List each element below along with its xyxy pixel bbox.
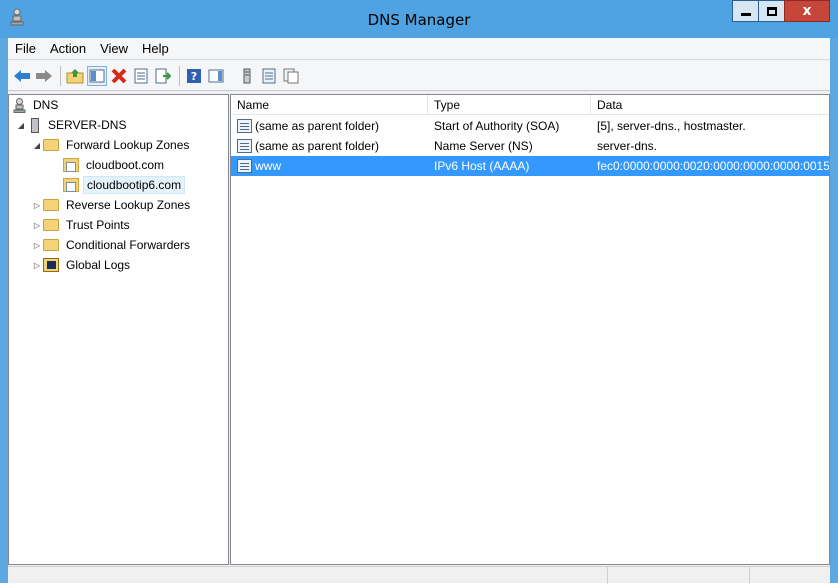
console-tree[interactable]: DNS ◢ SERVER-DNS ◢ Forward Lookup Zones … xyxy=(8,94,229,565)
server-icon[interactable] xyxy=(237,66,257,86)
back-arrow-icon[interactable] xyxy=(12,66,32,86)
client-area: File Action View Help ? DNS ◢ SERVER-DNS… xyxy=(8,38,830,584)
row-type: Name Server (NS) xyxy=(434,139,533,153)
table-row[interactable]: www IPv6 Host (AAAA) fec0:0000:0000:0020… xyxy=(231,156,829,176)
row-data: [5], server-dns., hostmaster. xyxy=(597,119,746,133)
record-icon xyxy=(237,139,252,153)
folder-icon xyxy=(43,199,59,211)
up-folder-icon[interactable] xyxy=(65,66,85,86)
help-icon[interactable]: ? xyxy=(184,66,204,86)
copy-icon[interactable] xyxy=(281,66,301,86)
expand-arrow-icon[interactable]: ▷ xyxy=(31,261,43,270)
row-name: (same as parent folder) xyxy=(255,119,380,133)
folder-icon xyxy=(43,239,59,251)
tree-label: SERVER-DNS xyxy=(48,118,127,132)
tree-item-server-dns[interactable]: ◢ SERVER-DNS xyxy=(15,115,129,135)
row-name: (same as parent folder) xyxy=(255,139,380,153)
log-icon xyxy=(43,258,59,272)
tree-item-forward-lookup-zones[interactable]: ◢ Forward Lookup Zones xyxy=(31,135,192,155)
menu-view[interactable]: View xyxy=(93,41,135,56)
column-header-name[interactable]: Name xyxy=(231,95,428,115)
row-name: www xyxy=(255,159,281,173)
expand-arrow-icon[interactable]: ▷ xyxy=(31,221,43,230)
show-hide-action-pane-icon[interactable] xyxy=(206,66,226,86)
maximize-icon xyxy=(766,6,777,16)
tree-label: Global Logs xyxy=(66,258,131,272)
tree-item-trust-points[interactable]: ▷ Trust Points xyxy=(31,215,133,235)
tree-label: cloudboot.com xyxy=(86,158,165,172)
zone-icon xyxy=(63,158,79,172)
status-pane-main xyxy=(8,567,608,584)
tree-item-global-logs[interactable]: ▷ Global Logs xyxy=(31,255,133,275)
table-row[interactable]: (same as parent folder) Name Server (NS)… xyxy=(231,136,829,156)
tree-label: cloudbootip6.com xyxy=(83,176,186,194)
minimize-icon xyxy=(740,12,751,16)
dns-manager-window: DNS Manager x File Action View Help ? DN… xyxy=(0,0,838,584)
record-icon xyxy=(237,119,252,133)
record-icon xyxy=(237,159,252,173)
tree-label: Forward Lookup Zones xyxy=(66,138,190,152)
tree-item-reverse-lookup-zones[interactable]: ▷ Reverse Lookup Zones xyxy=(31,195,193,215)
tree-item-conditional-forwarders[interactable]: ▷ Conditional Forwarders xyxy=(31,235,193,255)
maximize-button[interactable] xyxy=(758,0,785,22)
menu-action[interactable]: Action xyxy=(43,41,93,56)
window-title: DNS Manager xyxy=(367,11,471,29)
svg-text:?: ? xyxy=(191,70,197,83)
tree-item-dns[interactable]: DNS xyxy=(13,95,61,115)
toolbar-separator xyxy=(60,65,61,86)
row-data: fec0:0000:0000:0020:0000:0000:0000:0015 xyxy=(597,159,829,173)
expand-arrow-icon[interactable]: ▷ xyxy=(31,201,43,210)
minimize-button[interactable] xyxy=(732,0,759,22)
row-type: Start of Authority (SOA) xyxy=(434,119,560,133)
menu-file[interactable]: File xyxy=(8,41,43,56)
toolbar: ? xyxy=(8,61,830,91)
show-hide-tree-icon[interactable] xyxy=(87,65,107,86)
record-icon[interactable] xyxy=(259,66,279,86)
table-row[interactable]: (same as parent folder) Start of Authori… xyxy=(231,116,829,136)
row-data: server-dns. xyxy=(597,139,658,153)
tree-label: Conditional Forwarders xyxy=(66,238,191,252)
expand-arrow-icon[interactable]: ▷ xyxy=(31,241,43,250)
tree-label: DNS xyxy=(33,98,59,112)
properties-icon[interactable] xyxy=(131,66,151,86)
forward-arrow-icon[interactable] xyxy=(34,66,54,86)
title-bar[interactable]: DNS Manager x xyxy=(0,0,838,38)
status-pane-secondary xyxy=(608,567,750,584)
zone-icon xyxy=(63,178,79,192)
list-header: Name Type Data xyxy=(231,95,829,115)
folder-icon xyxy=(43,219,59,231)
close-button[interactable]: x xyxy=(784,0,830,22)
tree-item-zone-cloudbootip6[interactable]: cloudbootip6.com xyxy=(63,175,186,195)
column-header-type[interactable]: Type xyxy=(428,95,591,115)
records-list[interactable]: Name Type Data (same as parent folder) S… xyxy=(230,94,830,565)
tree-item-zone-cloudboot[interactable]: cloudboot.com xyxy=(63,155,167,175)
export-list-icon[interactable] xyxy=(153,66,173,86)
row-type: IPv6 Host (AAAA) xyxy=(434,159,530,173)
tree-label: Reverse Lookup Zones xyxy=(66,198,191,212)
status-pane-tertiary xyxy=(750,567,830,584)
status-bar xyxy=(8,566,830,584)
toolbar-separator xyxy=(179,65,180,86)
close-icon: x xyxy=(802,3,812,19)
toolbar-separator xyxy=(232,66,233,86)
menu-bar: File Action View Help xyxy=(8,38,830,60)
collapse-arrow-icon[interactable]: ◢ xyxy=(31,141,43,150)
delete-icon[interactable] xyxy=(109,66,129,86)
tree-label: Trust Points xyxy=(66,218,130,232)
column-header-data[interactable]: Data xyxy=(591,95,829,115)
menu-help[interactable]: Help xyxy=(135,41,176,56)
collapse-arrow-icon[interactable]: ◢ xyxy=(15,121,27,130)
folder-icon xyxy=(43,139,59,151)
dns-icon xyxy=(13,97,26,113)
server-icon xyxy=(31,117,39,133)
